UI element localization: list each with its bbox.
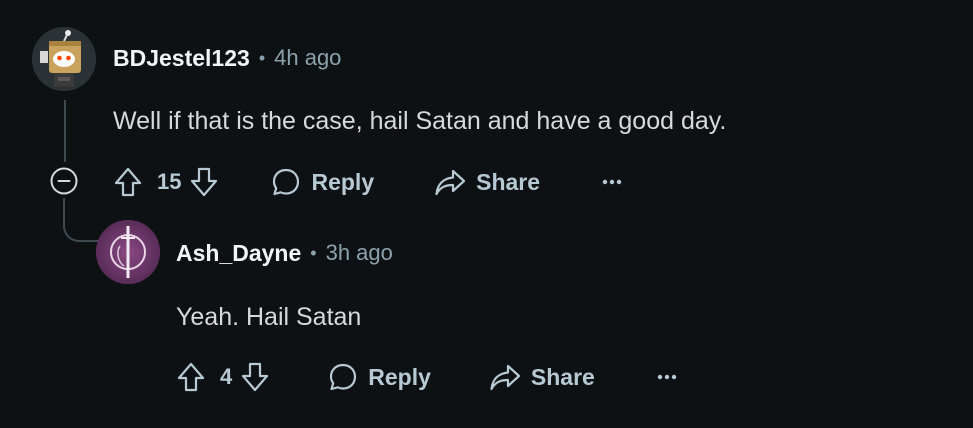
share-button[interactable]: Share	[489, 362, 595, 392]
robot-avatar-icon	[32, 27, 96, 91]
collapse-thread-button[interactable]	[49, 166, 79, 196]
share-arrow-icon	[435, 169, 466, 196]
more-dots-icon	[602, 179, 622, 185]
username-link[interactable]: Ash_Dayne	[176, 240, 301, 267]
downvote-button[interactable]	[187, 164, 221, 200]
upvote-button[interactable]	[174, 359, 208, 395]
share-arrow-icon	[490, 364, 520, 391]
upvote-icon	[177, 362, 205, 392]
comment-bubble-icon	[273, 168, 300, 196]
downvote-button[interactable]	[238, 359, 272, 395]
reply-button[interactable]: Reply	[271, 167, 374, 197]
thread-line[interactable]	[64, 100, 66, 162]
avatar[interactable]	[32, 27, 96, 91]
comment-actions: 4 Reply Share	[174, 357, 679, 397]
avatar[interactable]	[96, 220, 160, 284]
more-options-button[interactable]	[655, 365, 679, 389]
more-options-button[interactable]	[600, 170, 624, 194]
username-link[interactable]: BDJestel123	[113, 45, 250, 72]
timestamp[interactable]: 4h ago	[274, 45, 341, 71]
more-dots-icon	[657, 374, 677, 380]
share-label: Share	[530, 363, 595, 390]
timestamp[interactable]: 3h ago	[326, 240, 393, 266]
sword-avatar-icon	[96, 220, 160, 284]
vote-score: 15	[157, 169, 182, 194]
reply-label: Reply	[311, 168, 375, 195]
reply-branch-line	[63, 198, 99, 242]
comment-body: Well if that is the case, hail Satan and…	[113, 107, 727, 135]
meta-separator: •	[258, 47, 266, 68]
collapse-minus-icon	[50, 167, 78, 195]
reply-label: Reply	[368, 363, 431, 390]
vote-score: 4	[220, 364, 233, 389]
comment-thread: BDJestel123 • 4h ago Well if that is the…	[0, 0, 973, 428]
comment-body: Yeah. Hail Satan	[176, 303, 362, 331]
downvote-icon	[191, 167, 218, 197]
upvote-button[interactable]	[111, 164, 145, 200]
comment-meta: BDJestel123 • 4h ago	[113, 43, 341, 73]
downvote-icon	[242, 362, 269, 392]
comment-meta: Ash_Dayne • 3h ago	[176, 238, 393, 268]
comment-actions: 15 Reply Share	[111, 162, 624, 202]
comment-bubble-icon	[330, 363, 357, 391]
reply-button[interactable]: Reply	[328, 362, 431, 392]
upvote-icon	[114, 167, 142, 197]
share-label: Share	[476, 168, 541, 195]
share-button[interactable]: Share	[434, 167, 540, 197]
meta-separator: •	[310, 242, 317, 263]
